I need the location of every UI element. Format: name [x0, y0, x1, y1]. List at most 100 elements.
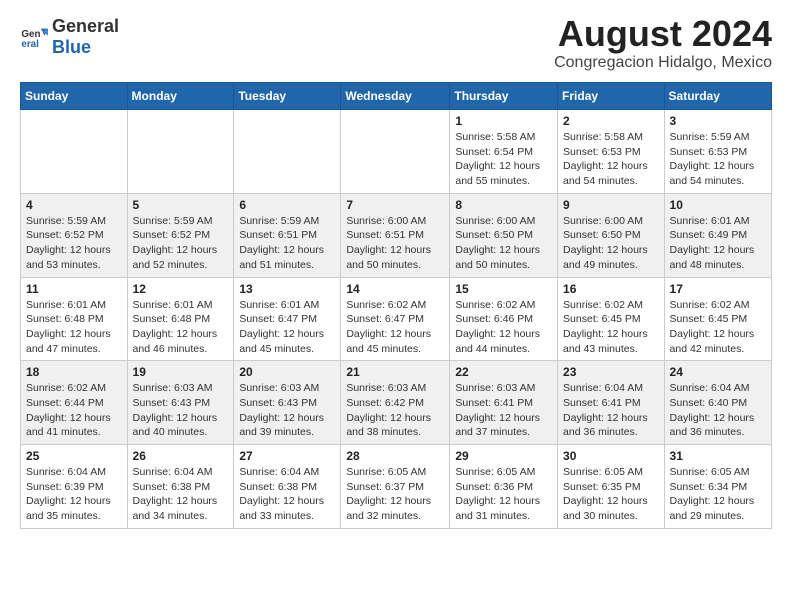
day-info: Sunrise: 6:01 AM Sunset: 6:48 PM Dayligh… — [26, 298, 122, 357]
day-info: Sunrise: 6:00 AM Sunset: 6:50 PM Dayligh… — [455, 214, 552, 273]
day-cell-14: 14Sunrise: 6:02 AM Sunset: 6:47 PM Dayli… — [341, 277, 450, 361]
logo-blue: Blue — [52, 37, 91, 57]
day-cell-31: 31 Sunrise: 6:05 AM Sunset: 6:34 PM Dayli… — [664, 445, 771, 529]
day-number: 21 — [346, 365, 444, 379]
empty-cell — [127, 110, 234, 194]
weekday-header-row: SundayMondayTuesdayWednesdayThursdayFrid… — [21, 83, 772, 110]
day-cell-21: 21 Sunrise: 6:03 AM Sunset: 6:42 PM Dayli… — [341, 361, 450, 445]
day-cell-24: 24 Sunrise: 6:04 AM Sunset: 6:40 PM Dayli… — [664, 361, 771, 445]
day-info: Sunrise: 6:00 AM Sunset: 6:50 PM Dayligh… — [563, 214, 659, 273]
day-number: 7 — [346, 198, 444, 212]
day-cell-1: 1 Sunrise: 5:58 AM Sunset: 6:54 PM Daylig… — [450, 110, 558, 194]
day-number: 17 — [670, 282, 766, 296]
day-info: Sunrise: 5:59 AM Sunset: 6:53 PM Dayligh… — [670, 130, 766, 189]
day-number: 31 — [670, 449, 766, 463]
day-cell-20: 20Sunrise: 6:03 AM Sunset: 6:43 PM Dayli… — [234, 361, 341, 445]
day-cell-7: 7 Sunrise: 6:00 AM Sunset: 6:51 PM Daylig… — [341, 193, 450, 277]
day-number: 26 — [133, 449, 229, 463]
day-cell-2: 2 Sunrise: 5:58 AM Sunset: 6:53 PM Daylig… — [558, 110, 665, 194]
day-info: Sunrise: 5:58 AM Sunset: 6:54 PM Dayligh… — [455, 130, 552, 189]
week-row-4: 18 Sunrise: 6:02 AM Sunset: 6:44 PM Dayli… — [21, 361, 772, 445]
day-info: Sunrise: 6:02 AM Sunset: 6:44 PM Dayligh… — [26, 381, 122, 440]
day-info: Sunrise: 6:03 AM Sunset: 6:41 PM Dayligh… — [455, 381, 552, 440]
day-cell-22: 22 Sunrise: 6:03 AM Sunset: 6:41 PM Dayli… — [450, 361, 558, 445]
weekday-header-sunday: Sunday — [21, 83, 128, 110]
location-subtitle: Congregacion Hidalgo, Mexico — [554, 54, 772, 72]
day-cell-12: 12 Sunrise: 6:01 AM Sunset: 6:48 PM Dayli… — [127, 277, 234, 361]
day-cell-19: 19 Sunrise: 6:03 AM Sunset: 6:43 PM Dayli… — [127, 361, 234, 445]
day-cell-18: 18 Sunrise: 6:02 AM Sunset: 6:44 PM Dayli… — [21, 361, 128, 445]
day-number: 2 — [563, 114, 659, 128]
day-info: Sunrise: 6:05 AM Sunset: 6:35 PM Dayligh… — [563, 465, 659, 524]
day-number: 18 — [26, 365, 122, 379]
day-number: 3 — [670, 114, 766, 128]
day-cell-5: 5 Sunrise: 5:59 AM Sunset: 6:52 PM Daylig… — [127, 193, 234, 277]
day-cell-11: 11 Sunrise: 6:01 AM Sunset: 6:48 PM Dayli… — [21, 277, 128, 361]
day-info: Sunrise: 6:04 AM Sunset: 6:39 PM Dayligh… — [26, 465, 122, 524]
day-number: 12 — [133, 282, 229, 296]
weekday-header-friday: Friday — [558, 83, 665, 110]
week-row-5: 25 Sunrise: 6:04 AM Sunset: 6:39 PM Dayli… — [21, 445, 772, 529]
day-number: 25 — [26, 449, 122, 463]
day-number: 8 — [455, 198, 552, 212]
day-cell-27: 27 Sunrise: 6:04 AM Sunset: 6:38 PM Dayli… — [234, 445, 341, 529]
logo-general: General — [52, 16, 119, 36]
day-cell-15: 15Sunrise: 6:02 AM Sunset: 6:46 PM Dayli… — [450, 277, 558, 361]
day-number: 28 — [346, 449, 444, 463]
weekday-header-thursday: Thursday — [450, 83, 558, 110]
day-cell-9: 9Sunrise: 6:00 AM Sunset: 6:50 PM Daylig… — [558, 193, 665, 277]
logo: Gen eral General Blue — [20, 16, 119, 58]
day-info: Sunrise: 6:05 AM Sunset: 6:36 PM Dayligh… — [455, 465, 552, 524]
day-info: Sunrise: 6:01 AM Sunset: 6:47 PM Dayligh… — [239, 298, 335, 357]
day-cell-28: 28 Sunrise: 6:05 AM Sunset: 6:37 PM Dayli… — [341, 445, 450, 529]
page-header: Gen eral General Blue August 2024 Congre… — [20, 16, 772, 72]
day-info: Sunrise: 6:01 AM Sunset: 6:49 PM Dayligh… — [670, 214, 766, 273]
day-number: 11 — [26, 282, 122, 296]
weekday-header-saturday: Saturday — [664, 83, 771, 110]
day-number: 4 — [26, 198, 122, 212]
day-number: 29 — [455, 449, 552, 463]
day-info: Sunrise: 6:01 AM Sunset: 6:48 PM Dayligh… — [133, 298, 229, 357]
day-cell-13: 13Sunrise: 6:01 AM Sunset: 6:47 PM Dayli… — [234, 277, 341, 361]
day-cell-26: 26Sunrise: 6:04 AM Sunset: 6:38 PM Dayli… — [127, 445, 234, 529]
day-info: Sunrise: 5:59 AM Sunset: 6:52 PM Dayligh… — [133, 214, 229, 273]
day-number: 24 — [670, 365, 766, 379]
weekday-header-wednesday: Wednesday — [341, 83, 450, 110]
day-info: Sunrise: 6:03 AM Sunset: 6:43 PM Dayligh… — [133, 381, 229, 440]
weekday-header-monday: Monday — [127, 83, 234, 110]
day-number: 5 — [133, 198, 229, 212]
day-number: 10 — [670, 198, 766, 212]
day-number: 22 — [455, 365, 552, 379]
day-info: Sunrise: 6:05 AM Sunset: 6:34 PM Dayligh… — [670, 465, 766, 524]
day-cell-23: 23 Sunrise: 6:04 AM Sunset: 6:41 PM Dayli… — [558, 361, 665, 445]
day-number: 23 — [563, 365, 659, 379]
day-info: Sunrise: 6:02 AM Sunset: 6:45 PM Dayligh… — [670, 298, 766, 357]
day-info: Sunrise: 6:00 AM Sunset: 6:51 PM Dayligh… — [346, 214, 444, 273]
day-number: 6 — [239, 198, 335, 212]
day-cell-25: 25 Sunrise: 6:04 AM Sunset: 6:39 PM Dayli… — [21, 445, 128, 529]
day-info: Sunrise: 5:59 AM Sunset: 6:51 PM Dayligh… — [239, 214, 335, 273]
day-number: 30 — [563, 449, 659, 463]
day-info: Sunrise: 6:04 AM Sunset: 6:38 PM Dayligh… — [239, 465, 335, 524]
day-number: 27 — [239, 449, 335, 463]
month-year-title: August 2024 — [554, 16, 772, 52]
day-number: 16 — [563, 282, 659, 296]
svg-text:eral: eral — [21, 39, 39, 50]
day-cell-10: 10 Sunrise: 6:01 AM Sunset: 6:49 PM Dayli… — [664, 193, 771, 277]
day-number: 1 — [455, 114, 552, 128]
empty-cell — [234, 110, 341, 194]
day-cell-8: 8 Sunrise: 6:00 AM Sunset: 6:50 PM Daylig… — [450, 193, 558, 277]
calendar-table: SundayMondayTuesdayWednesdayThursdayFrid… — [20, 82, 772, 529]
day-info: Sunrise: 6:05 AM Sunset: 6:37 PM Dayligh… — [346, 465, 444, 524]
weekday-header-tuesday: Tuesday — [234, 83, 341, 110]
week-row-2: 4 Sunrise: 5:59 AM Sunset: 6:52 PM Daylig… — [21, 193, 772, 277]
week-row-3: 11 Sunrise: 6:01 AM Sunset: 6:48 PM Dayli… — [21, 277, 772, 361]
logo-text: General Blue — [52, 16, 119, 58]
day-info: Sunrise: 5:58 AM Sunset: 6:53 PM Dayligh… — [563, 130, 659, 189]
day-number: 19 — [133, 365, 229, 379]
day-number: 14 — [346, 282, 444, 296]
day-info: Sunrise: 6:03 AM Sunset: 6:42 PM Dayligh… — [346, 381, 444, 440]
day-info: Sunrise: 6:04 AM Sunset: 6:41 PM Dayligh… — [563, 381, 659, 440]
day-info: Sunrise: 6:04 AM Sunset: 6:40 PM Dayligh… — [670, 381, 766, 440]
week-row-1: 1 Sunrise: 5:58 AM Sunset: 6:54 PM Daylig… — [21, 110, 772, 194]
